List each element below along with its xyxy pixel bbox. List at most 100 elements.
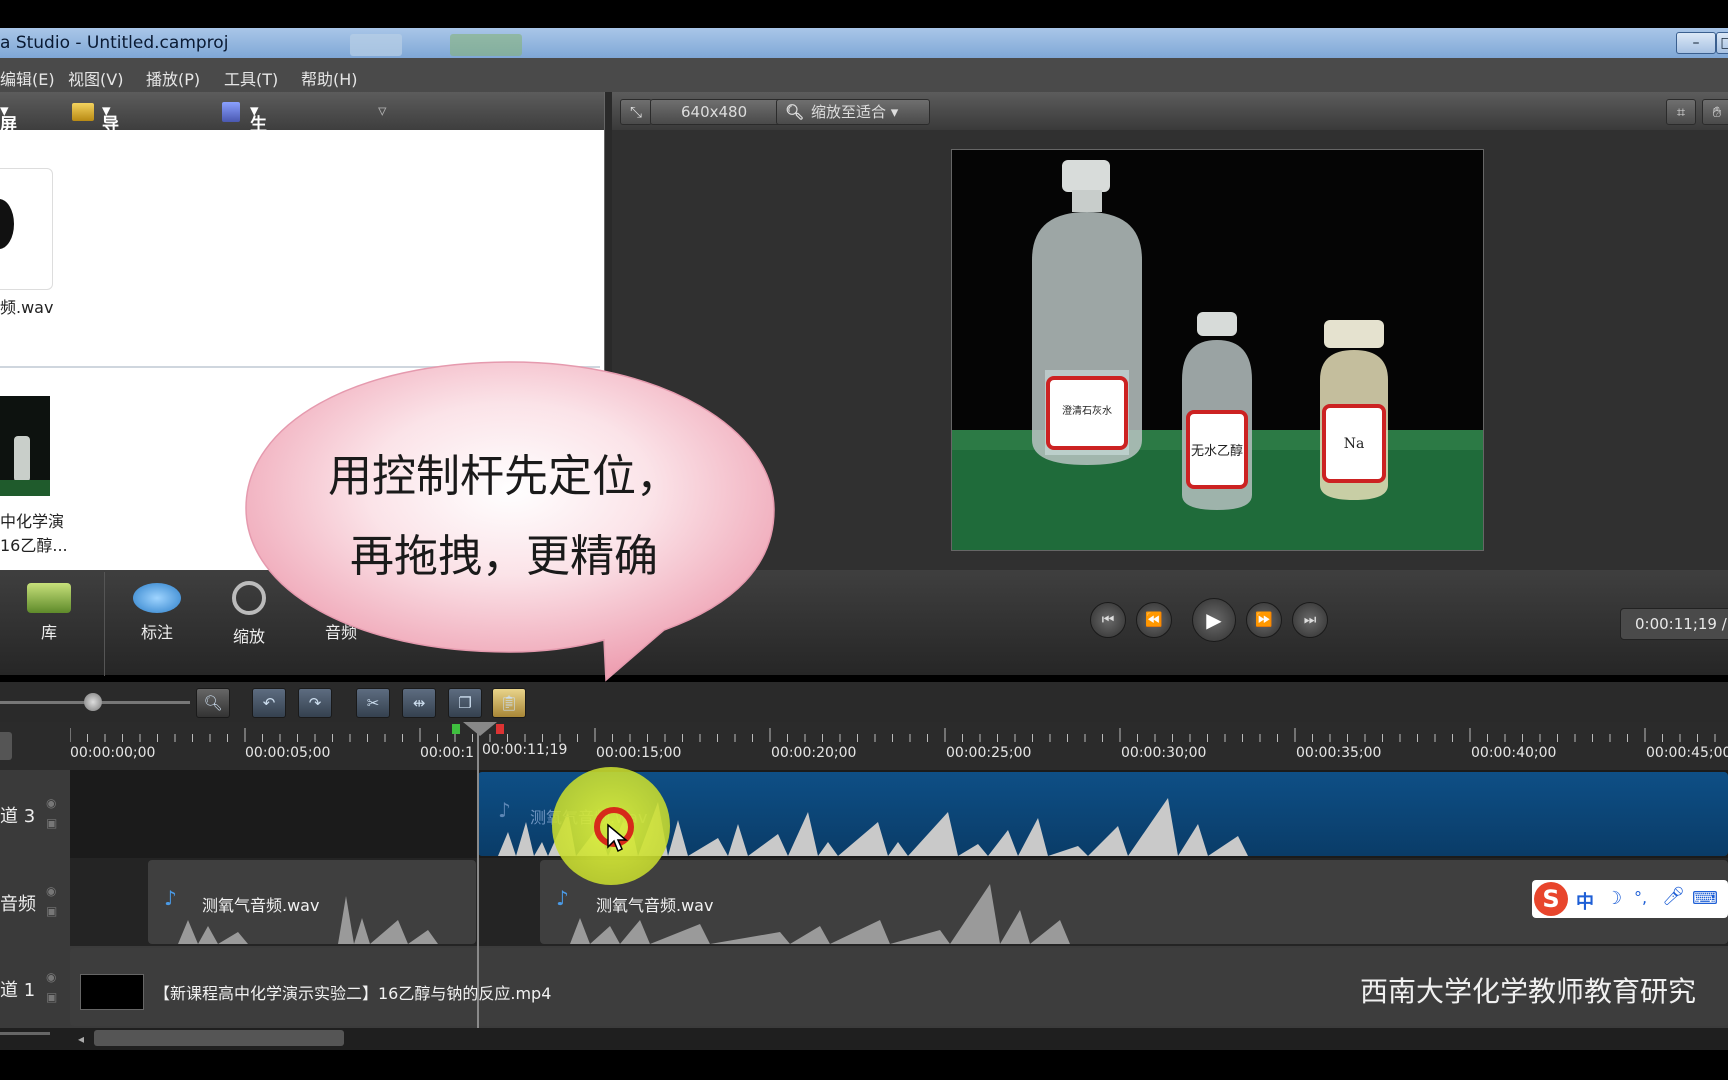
play-icon[interactable]: ▶ [1192, 598, 1236, 642]
rewind-icon[interactable]: ⏪ [1136, 602, 1172, 638]
cursor-highlight [552, 767, 670, 885]
timeline-search-icon[interactable]: 🔍︎ [196, 688, 230, 718]
track-collapse-button[interactable] [0, 732, 12, 760]
track-2: ♪ 测氧气音频.wav ♪ 测氧气音频.wav [70, 858, 1728, 946]
menu-tools[interactable]: 工具(T) [224, 66, 278, 90]
ruler-label: 00:00:15;00 [596, 745, 682, 761]
eye-icon[interactable]: ◉ [46, 970, 56, 984]
crop-icon[interactable]: ⌗ [1666, 99, 1696, 125]
clip-label: 测氧气音频.wav [596, 896, 714, 915]
skip-back-icon[interactable]: ⏮ [1090, 602, 1126, 638]
track-header-2[interactable]: 音频 ◉ ▣ [0, 858, 70, 947]
ruler-label: 00:00:45;00 [1646, 745, 1728, 761]
tab-callouts[interactable]: 标注 [112, 577, 202, 643]
skip-forward-icon[interactable]: ⏭ [1292, 602, 1328, 638]
search-icon: 🔍︎ [785, 103, 805, 121]
music-note-icon: ♪ [556, 886, 569, 910]
lock-icon[interactable]: ▣ [46, 990, 57, 1004]
produce-icon [222, 102, 240, 122]
minimize-button[interactable]: – [1676, 32, 1716, 54]
paste-icon[interactable]: 📋︎ [492, 688, 526, 718]
timeline-scrollbar[interactable]: ◂ [0, 1028, 1728, 1050]
timeline-toolbar: 🔍︎ ↶ ↷ ✂ ⇹ ❐ 📋︎ [0, 682, 1728, 722]
maximize-button[interactable]: □ [1716, 32, 1728, 54]
lock-icon[interactable]: ▣ [46, 904, 57, 918]
video-frame-image: 澄清石灰水 无水乙醇 Na [952, 160, 1483, 550]
scrollbar-notch [0, 1032, 50, 1035]
taskbar-glow [350, 34, 402, 56]
clip-label: 测氧气音频.wav [202, 896, 320, 915]
zoom-label: 缩放至适合 [811, 103, 887, 121]
produce-share-button[interactable]: 生成和分享 ▾ [250, 101, 267, 235]
ruler-label: 00:00:05;00 [245, 745, 331, 761]
moon-icon[interactable]: ☽ [1606, 888, 1622, 909]
eye-icon[interactable]: ◉ [46, 884, 56, 898]
track-header-1[interactable]: 道 1 ◉ ▣ [0, 946, 70, 1029]
eye-icon[interactable]: ◉ [46, 796, 56, 810]
bottle-label-3: Na [1344, 436, 1365, 452]
ruler-label: 00:00:35;00 [1296, 745, 1382, 761]
split-icon[interactable]: ⇹ [402, 688, 436, 718]
menu-view[interactable]: 视图(V) [68, 66, 123, 90]
tab-library[interactable]: 库 [4, 577, 94, 643]
ruler-label: 00:00:25;00 [946, 745, 1032, 761]
taskbar-glow [450, 34, 522, 56]
library-icon [27, 583, 71, 613]
menu-help[interactable]: 帮助(H) [301, 66, 358, 90]
project-size-dropdown[interactable]: 640x480 [650, 99, 786, 125]
video-clip-thumbnail[interactable] [0, 396, 50, 496]
redo-icon[interactable]: ↷ [298, 688, 332, 718]
audio-clip-thumbnail[interactable] [0, 168, 53, 290]
music-note-icon: ♪ [498, 798, 511, 822]
track-header-3[interactable]: 道 3 ◉ ▣ [0, 770, 70, 859]
ruler-label: 00:00:1 [420, 745, 474, 761]
menu-edit[interactable]: 编辑(E) [0, 66, 55, 90]
lock-icon[interactable]: ▣ [46, 816, 57, 830]
ime-toolbar[interactable]: S 中 ☽ °, 🎤︎ ⌨ [1532, 880, 1728, 918]
record-screen-button[interactable]: 屏幕 ▾ [0, 101, 17, 160]
overflow-chevron-icon[interactable]: ▿ [378, 101, 387, 121]
tab-library-label: 库 [40, 623, 57, 642]
ruler-label: 00:00:20;00 [771, 745, 857, 761]
ruler-label: 00:00:40;00 [1471, 745, 1557, 761]
tip-speech-bubble: 用控制杆先定位， 再拖拽，更精确 [244, 360, 776, 685]
watermark-text: 西南大学化学教师教育研究 [1360, 975, 1697, 1008]
ruler-corner [0, 722, 70, 770]
timecode-display: 0:00:11;19 / 0 [1620, 608, 1728, 640]
callout-icon [133, 583, 181, 613]
selection-start-marker[interactable] [452, 724, 460, 734]
tab-callouts-label: 标注 [140, 623, 173, 642]
zoom-slider-thumb[interactable] [84, 693, 102, 711]
scrollbar-thumb[interactable] [94, 1030, 344, 1046]
window-title: a Studio - Untitled.camproj [0, 33, 229, 53]
video-frame[interactable]: 澄清石灰水 无水乙醇 Na [951, 149, 1484, 551]
bottle-label-1: 澄清石灰水 [1062, 404, 1112, 417]
sogou-logo-icon: S [1534, 882, 1568, 916]
selection-end-marker[interactable] [496, 724, 504, 734]
menu-play[interactable]: 播放(P) [146, 66, 200, 90]
track-3: ♪ 测氧气音频.wav [70, 770, 1728, 858]
video-clip-label: 中化学演 16乙醇... [0, 512, 68, 555]
import-media-button[interactable]: 导入媒体 ▾ [102, 101, 119, 210]
pan-hand-icon[interactable]: ✋︎ [1702, 99, 1728, 125]
microphone-icon[interactable]: 🎤︎ [1662, 886, 1685, 907]
ruler-ticks [70, 728, 1716, 742]
scroll-left-arrow-icon[interactable]: ◂ [78, 1032, 84, 1046]
ime-mode[interactable]: 中 [1576, 888, 1594, 914]
track-name: 道 1 [0, 980, 36, 1001]
keyboard-icon[interactable]: ⌨ [1692, 888, 1718, 909]
undo-icon[interactable]: ↶ [252, 688, 286, 718]
audio-clip[interactable]: ♪ 测氧气音频.wav [148, 860, 476, 944]
folder-icon [72, 103, 94, 121]
fast-forward-icon[interactable]: ⏩ [1246, 602, 1282, 638]
timeline-ruler[interactable]: 00:00:00;00 00:00:05;00 00:00:1 00:00:11… [70, 722, 1728, 771]
playhead-line [477, 722, 479, 1028]
resize-icon[interactable]: ⤡ [620, 99, 652, 125]
punctuation-icon[interactable]: °, [1634, 888, 1647, 907]
zoom-dropdown[interactable]: 🔍︎ 缩放至适合 ▾ [776, 99, 930, 125]
copy-icon[interactable]: ❐ [448, 688, 482, 718]
menu-bar: 编辑(E) 视图(V) 播放(P) 工具(T) 帮助(H) [0, 58, 1728, 92]
cut-icon[interactable]: ✂ [356, 688, 390, 718]
table-surface [0, 480, 50, 496]
audio-clip-icon [0, 199, 14, 249]
